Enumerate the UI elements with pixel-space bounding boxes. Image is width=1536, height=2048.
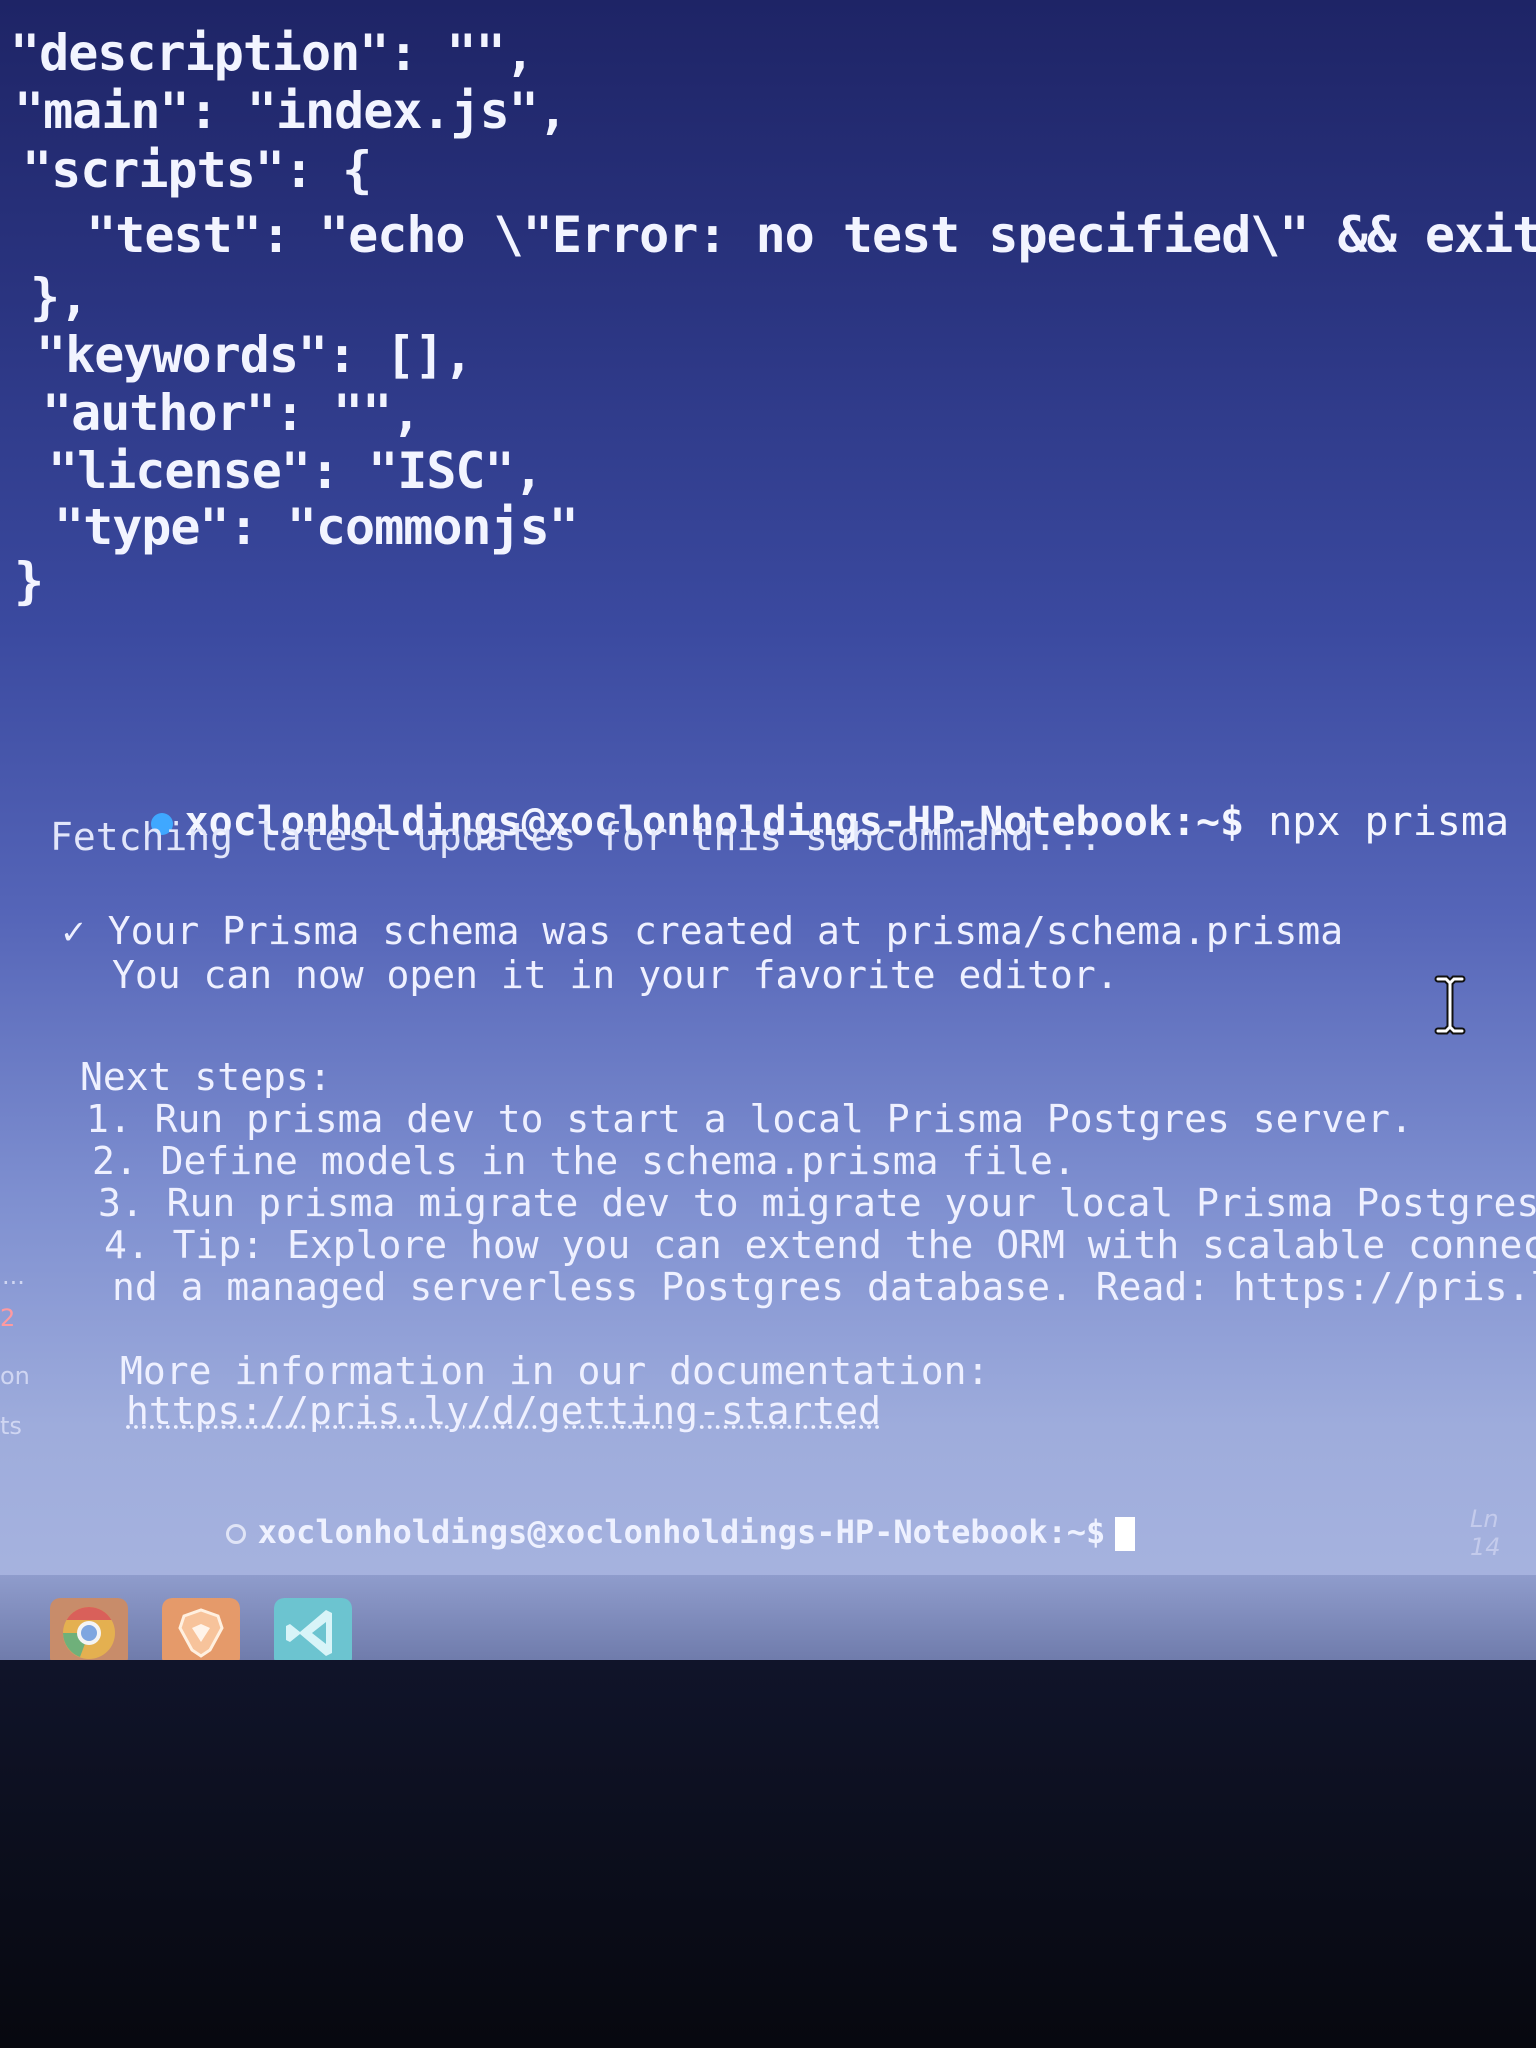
step-item: 3. Run prisma migrate dev to migrate you…: [98, 1181, 1536, 1225]
docs-link[interactable]: https://pris.ly/d/getting-started: [126, 1392, 881, 1430]
success-hint: You can now open it in your favorite edi…: [112, 953, 1119, 997]
success-message: ✓ Your Prisma schema was created at pris…: [62, 909, 1344, 953]
json-line: "author": "",: [42, 384, 421, 442]
final-prompt-user: xoclonholdings@xoclonholdings-HP-Noteboo…: [257, 1513, 1106, 1551]
json-line: "description": "",: [10, 24, 535, 82]
gutter-number: 2: [0, 1304, 16, 1332]
gutter-text: ts: [0, 1412, 22, 1440]
gutter-text: on: [0, 1362, 30, 1390]
json-line: "keywords": [],: [36, 326, 474, 384]
ibeam-cursor-icon: [1434, 975, 1466, 1035]
json-line: "type": "commonjs": [54, 498, 579, 556]
step-item: 1. Run prisma dev to start a local Prism…: [86, 1097, 1413, 1141]
fetching-text: Fetching latest updates for this subcomm…: [50, 815, 1103, 859]
laptop-bezel: [0, 1660, 1536, 2048]
next-steps-title: Next steps:: [80, 1055, 332, 1099]
json-line: "main": "index.js",: [14, 82, 568, 140]
docs-label: More information in our documentation:: [120, 1349, 990, 1393]
command-text: npx prisma init: [1268, 799, 1536, 845]
vscode-icon[interactable]: [274, 1598, 352, 1660]
monitor-screen: "description": "", "main": "index.js", "…: [0, 0, 1536, 1660]
json-line: "test": "echo \"Error: no test specified…: [28, 206, 1536, 264]
json-line: "license": "ISC",: [48, 442, 544, 500]
json-line: "scripts": {: [22, 141, 372, 199]
final-prompt-line[interactable]: xoclonholdings@xoclonholdings-HP-Noteboo…: [110, 1484, 1136, 1583]
terminal-panel[interactable]: "description": "", "main": "index.js", "…: [0, 0, 1536, 1570]
text-cursor-icon: [1115, 1517, 1136, 1551]
step-item: 4. Tip: Explore how you can extend the O…: [104, 1223, 1536, 1267]
step-item: 2. Define models in the schema.prisma fi…: [92, 1139, 1076, 1183]
brave-icon[interactable]: [162, 1598, 240, 1660]
status-line-number[interactable]: Ln 14: [1470, 1505, 1536, 1561]
step-item: nd a managed serverless Postgres databas…: [112, 1265, 1536, 1309]
json-line: }: [14, 552, 44, 610]
json-line: },: [30, 268, 89, 326]
status-dot-hollow-icon: [225, 1524, 246, 1544]
chrome-icon[interactable]: [50, 1598, 128, 1660]
gutter-ellipsis: ...: [2, 1262, 25, 1290]
